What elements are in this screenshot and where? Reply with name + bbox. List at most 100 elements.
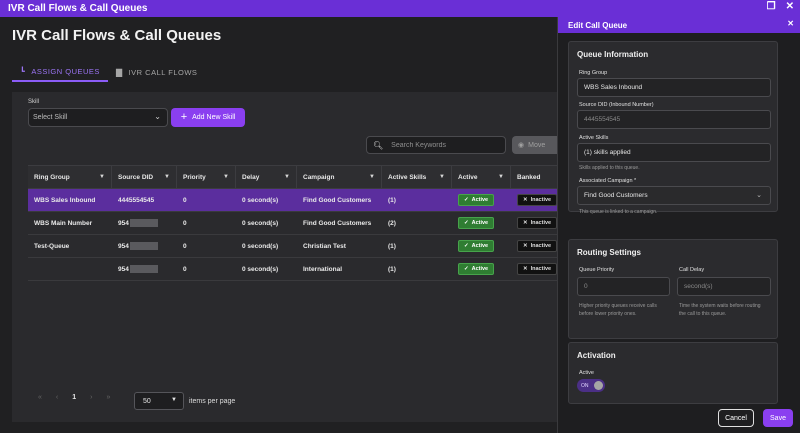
cell-source-did: 954 [112,258,177,280]
skill-select[interactable]: Select Skill ⌄ [28,108,168,127]
check-icon: ✓ [464,220,469,226]
skill-label: Skill [28,99,40,105]
active-badge-label: Active [471,220,489,226]
active-badge-label: Active [471,243,489,249]
inactive-badge-label: Inactive [530,243,552,249]
column-header-banked[interactable]: Banked [511,166,560,188]
table-header: Ring Group ▼ Source DID ▼ Priority ▼ Delay ▼… [28,165,560,189]
column-header-active[interactable]: Active ▼ [452,166,511,188]
x-icon: ✕ [523,197,528,203]
table-row[interactable]: 954 0 0 second(s) International (1) ✓ Active ✕ I… [28,258,560,281]
cell-campaign: Christian Test [297,235,382,257]
active-badge[interactable]: ✓ Active [458,240,495,252]
add-new-skill-button[interactable]: + Add New Skill [171,108,245,127]
inactive-badge[interactable]: ✕ Inactive [517,263,558,275]
close-panel-icon[interactable]: ✕ [787,19,794,28]
column-header-campaign[interactable]: Campaign ▼ [297,166,382,188]
filter-icon[interactable]: ▼ [99,174,105,180]
cell-text: Find Good Customers [303,219,372,227]
filter-icon[interactable]: ▼ [164,174,170,180]
cell-ring-group: WBS Sales Inbound [28,189,112,211]
queue-priority-field[interactable]: 0 [577,277,670,296]
next-page-button[interactable]: › [90,394,92,401]
current-page[interactable]: 1 [72,394,76,401]
x-icon: ✕ [523,220,528,226]
active-badge[interactable]: ✓ Active [458,263,495,275]
toggle-knob [594,381,603,390]
prev-page-button[interactable]: ‹ [56,394,58,401]
cell-banked: ✕ Inactive [511,235,560,257]
filter-icon[interactable]: ▼ [498,174,504,180]
cell-delay: 0 second(s) [236,258,297,280]
source-did-field[interactable]: 4445554545 [577,110,771,129]
filter-icon[interactable]: ▼ [439,174,445,180]
priority-hint-1: Higher priority queues receive calls [579,303,657,309]
column-header-active-skills[interactable]: Active Skills ▼ [382,166,452,188]
first-page-button[interactable]: « [38,394,42,401]
tab-ivr-call-flows[interactable]: ▇ IVR CALL FLOWS [108,62,205,82]
cell-text: 4445554545 [118,196,155,204]
table-row[interactable]: WBS Main Number 954 0 0 second(s) Find Good … [28,212,560,235]
inactive-badge[interactable]: ✕ Inactive [517,217,558,229]
skill-select-value: Select Skill [33,114,68,121]
ring-group-field[interactable]: WBS Sales Inbound [577,78,771,97]
column-header-delay[interactable]: Delay ▼ [236,166,297,188]
cell-text: 0 second(s) [242,265,279,273]
cancel-button[interactable]: Cancel [718,409,754,427]
move-icon: ◉ [518,142,525,149]
x-icon: ✕ [523,243,528,249]
filter-icon[interactable]: ▼ [284,174,290,180]
page-title: IVR Call Flows & Call Queues [12,27,222,44]
delay-hint-1: Time the system waits before routing [679,303,761,309]
cell-text: 0 [183,196,187,204]
per-page-select[interactable]: 50 ▼ [134,392,184,410]
active-toggle[interactable]: ON [577,379,605,392]
call-delay-field[interactable]: second(s) [677,277,771,296]
x-icon: ✕ [523,266,528,272]
save-button[interactable]: Save [763,409,793,427]
cell-text: WBS Main Number [34,219,93,227]
redacted-block [129,219,158,227]
active-skills-label: Active Skills [579,135,609,141]
active-badge-label: Active [471,197,489,203]
cell-active-skills: (1) [382,258,452,280]
cell-active: ✓ Active [452,212,511,234]
move-button[interactable]: ◉ Move [512,136,560,154]
cell-campaign: International [297,258,382,280]
cell-priority: 0 [177,212,236,234]
campaign-select-value: Find Good Customers [584,192,648,199]
campaign-hint: This queue is linked to a campaign. [579,209,658,215]
cell-text: 0 [183,242,187,250]
column-header-priority[interactable]: Priority ▼ [177,166,236,188]
active-badge[interactable]: ✓ Active [458,194,495,206]
tab-assign-queues[interactable]: ┗ ASSIGN QUEUES [12,62,108,82]
active-skills-field[interactable]: (1) skills applied [577,143,771,162]
campaign-select[interactable]: Find Good Customers ⌄ [577,186,771,205]
search-input[interactable] [391,141,502,149]
cell-source-did: 954 [112,235,177,257]
column-header-source-did[interactable]: Source DID ▼ [112,166,177,188]
column-header-ring-group[interactable]: Ring Group ▼ [28,166,112,188]
check-icon: ✓ [464,266,469,272]
filter-icon[interactable]: ▼ [369,174,375,180]
cell-text: 0 second(s) [242,242,279,250]
queues-table: Ring Group ▼ Source DID ▼ Priority ▼ Delay ▼… [28,165,560,281]
cell-active: ✓ Active [452,235,511,257]
active-badge[interactable]: ✓ Active [458,217,495,229]
table-row[interactable]: Test-Queue 954 0 0 second(s) Christian Test (… [28,235,560,258]
cell-active: ✓ Active [452,189,511,211]
close-icon[interactable]: ✕ [786,1,794,12]
ring-group-label: Ring Group [579,70,608,76]
inactive-badge[interactable]: ✕ Inactive [517,240,558,252]
redacted-block [129,242,158,250]
panel-header: Edit Call Queue ✕ [558,17,800,33]
inactive-badge[interactable]: ✕ Inactive [517,194,558,206]
table-row[interactable]: WBS Sales Inbound 4445554545 0 0 second(s) F… [28,189,560,212]
inactive-badge-label: Inactive [530,220,552,226]
cell-active-skills: (1) [382,235,452,257]
restore-icon[interactable]: ❐ [767,1,776,12]
cell-active-skills: (1) [382,189,452,211]
call-delay-label: Call Delay [679,267,705,273]
last-page-button[interactable]: » [107,394,111,401]
filter-icon[interactable]: ▼ [223,174,229,180]
